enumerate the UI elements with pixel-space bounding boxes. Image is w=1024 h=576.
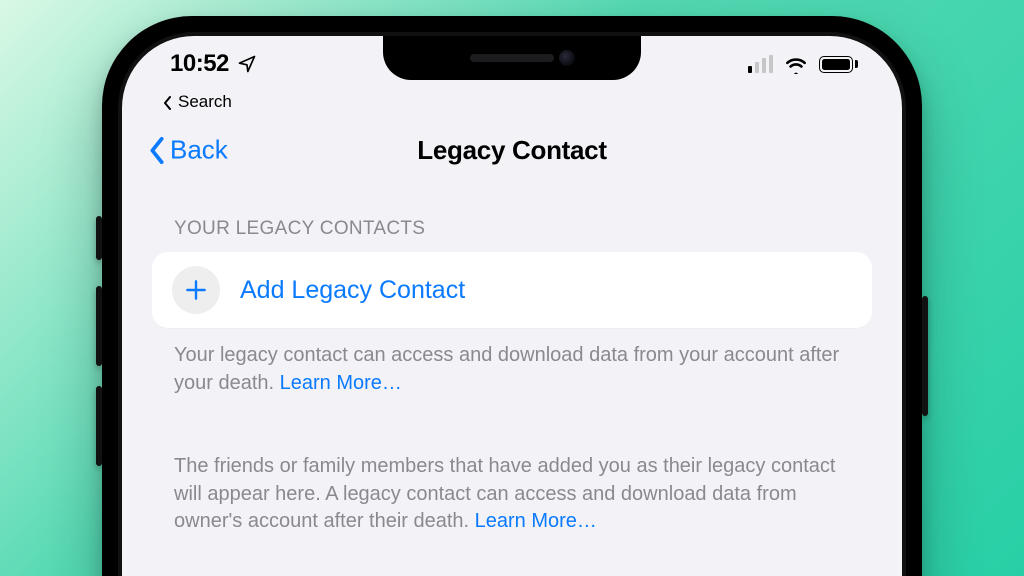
- plus-icon: [172, 266, 220, 314]
- back-button[interactable]: Back: [148, 135, 228, 166]
- status-bar-right: [748, 54, 858, 74]
- battery-icon: [819, 56, 858, 73]
- chevron-left-small-icon: [162, 96, 174, 110]
- speaker-grille: [470, 54, 554, 62]
- section-footer-1: Your legacy contact can access and downl…: [152, 328, 872, 397]
- page-title: Legacy Contact: [417, 135, 606, 166]
- chevron-left-icon: [148, 136, 166, 164]
- back-label: Back: [170, 135, 228, 166]
- phone-side-button: [96, 216, 102, 260]
- nav-bar: Back Legacy Contact: [122, 118, 902, 182]
- status-time: 10:52: [170, 50, 229, 78]
- footer-1-text: Your legacy contact can access and downl…: [174, 344, 839, 394]
- location-icon: [237, 54, 257, 74]
- add-legacy-contact-button[interactable]: Add Legacy Contact: [152, 252, 872, 328]
- phone-side-button: [922, 296, 928, 416]
- screen: 10:52: [122, 36, 902, 576]
- front-camera: [559, 50, 575, 66]
- learn-more-link-2[interactable]: Learn More…: [475, 510, 597, 532]
- notch: [383, 36, 641, 80]
- learn-more-link-1[interactable]: Learn More…: [280, 372, 402, 394]
- phone-side-button: [96, 286, 102, 366]
- add-legacy-contact-label: Add Legacy Contact: [240, 276, 465, 305]
- wifi-icon: [783, 54, 809, 74]
- section-footer-2: The friends or family members that have …: [152, 439, 872, 536]
- breadcrumb[interactable]: Search: [122, 92, 902, 118]
- phone-frame: 10:52: [102, 16, 922, 576]
- cellular-icon: [748, 55, 773, 73]
- status-bar-left: 10:52: [170, 50, 257, 78]
- breadcrumb-label: Search: [178, 92, 232, 112]
- phone-bezel: 10:52: [118, 32, 906, 576]
- phone-side-button: [96, 386, 102, 466]
- content-area: YOUR LEGACY CONTACTS Add Legacy Contact …: [122, 182, 902, 536]
- section-header: YOUR LEGACY CONTACTS: [152, 200, 872, 252]
